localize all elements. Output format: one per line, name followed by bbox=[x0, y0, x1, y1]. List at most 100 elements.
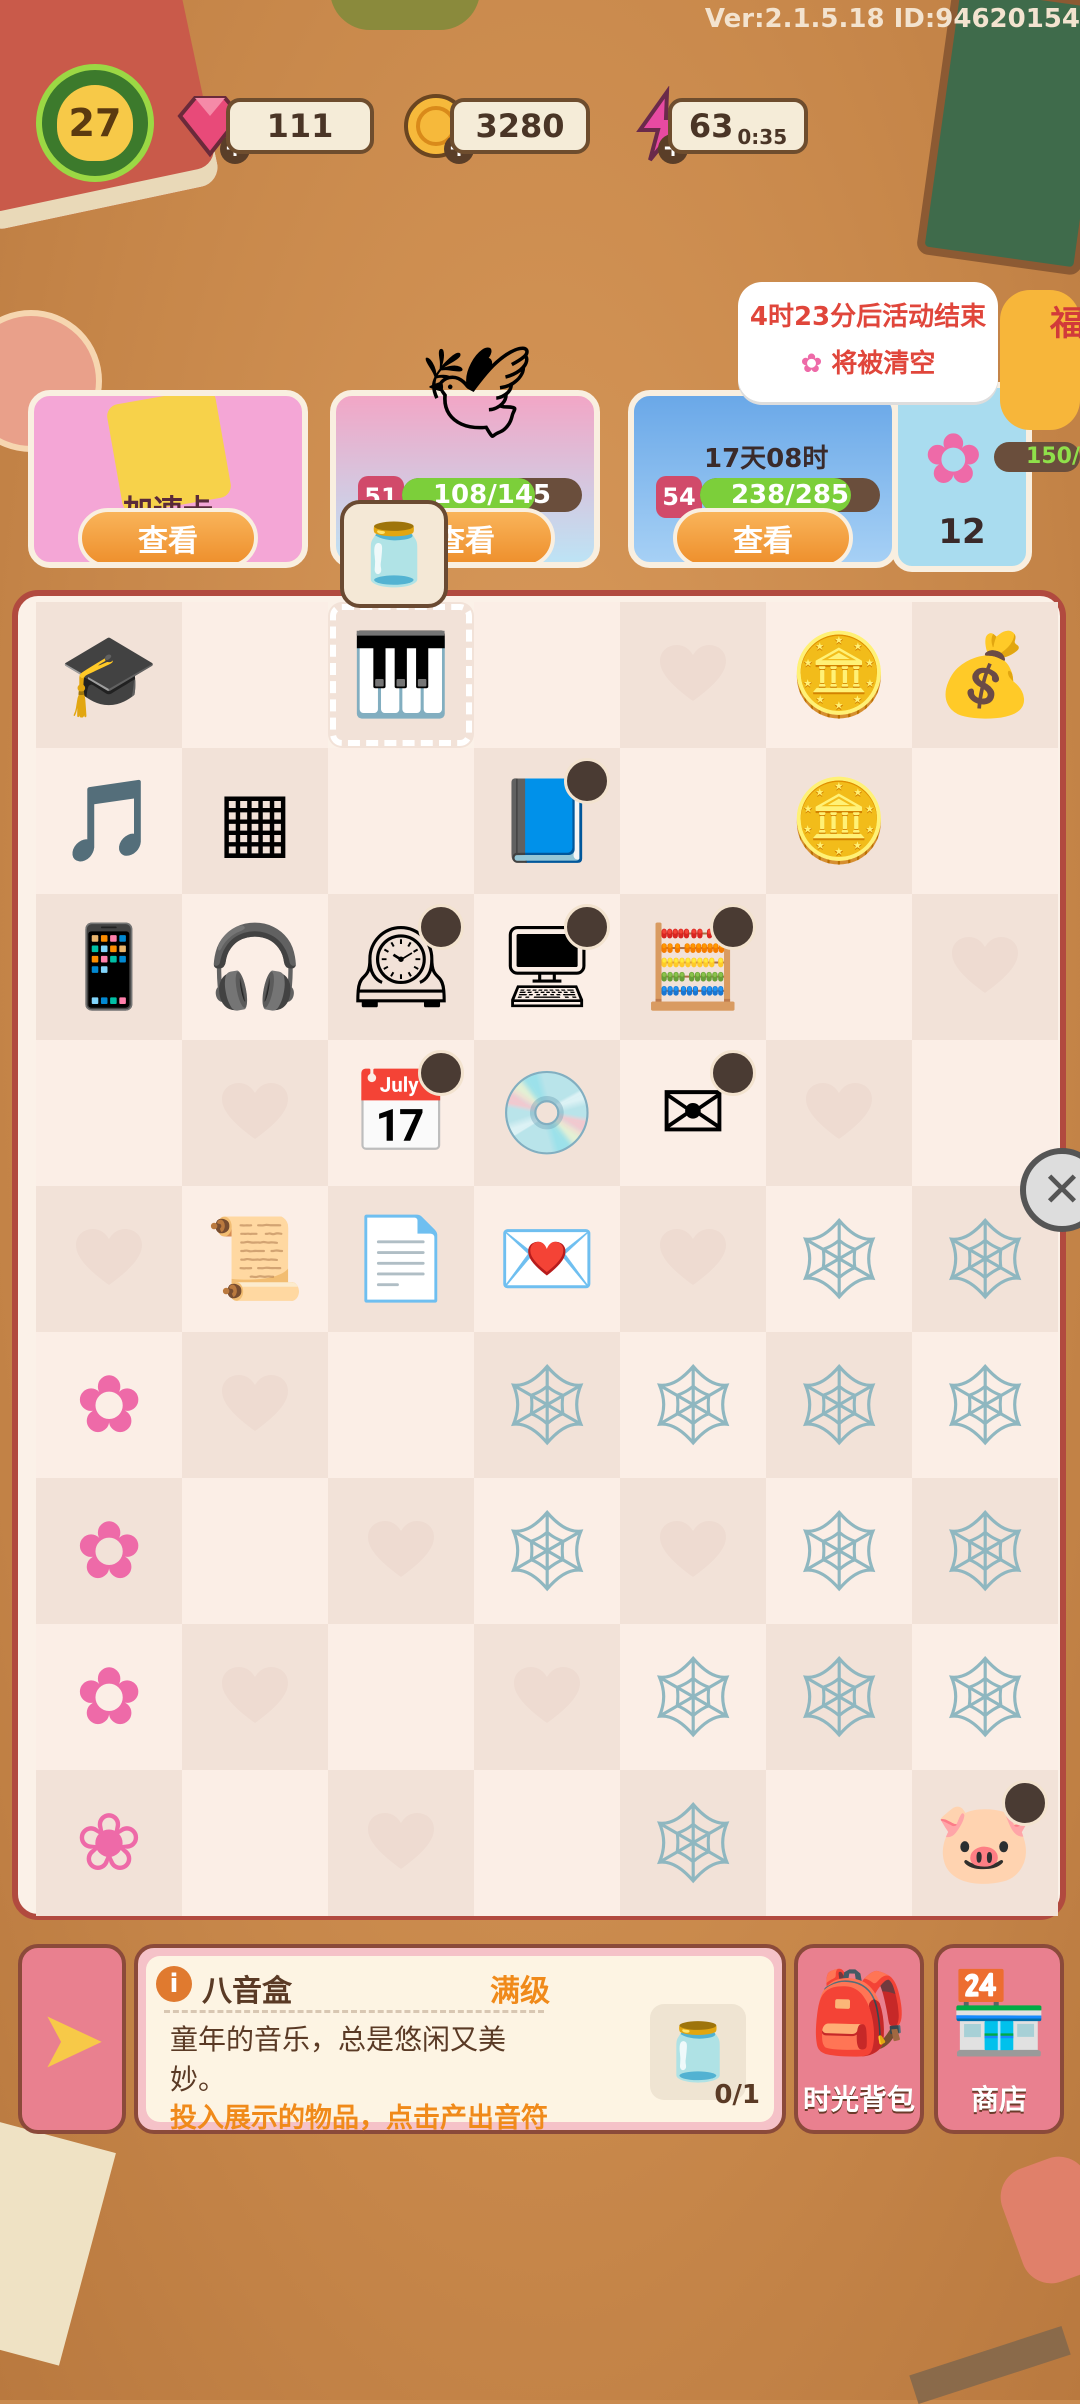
timer-icon bbox=[564, 758, 610, 804]
board-cell[interactable]: ✿ bbox=[36, 1332, 182, 1478]
board-cell[interactable]: 🎓 bbox=[36, 602, 182, 748]
item-info-panel: i 八音盒 满级 童年的音乐，总是悠闲又美妙。 投入展示的物品，点击产出音符 🫙… bbox=[134, 1944, 786, 2134]
board-cell[interactable]: 🎹 bbox=[328, 602, 474, 748]
cobweb-crane-icon: 🕸 bbox=[934, 1650, 1036, 1743]
energy-value: 63 bbox=[688, 107, 734, 145]
board-cell[interactable]: 🕸 bbox=[620, 1332, 766, 1478]
board-cell[interactable] bbox=[474, 1770, 620, 1916]
board-cell[interactable] bbox=[474, 602, 620, 748]
backpack-icon: 🎒 bbox=[809, 1966, 909, 2059]
board-cell[interactable] bbox=[766, 1770, 912, 1916]
sakura-flower-small-icon: ✿ bbox=[75, 1650, 143, 1743]
board-cell[interactable]: 🧮 bbox=[620, 894, 766, 1040]
event-end-tooltip: 4时23分后活动结束 ✿ 将被清空 bbox=[738, 282, 998, 402]
time-backpack-label: 时光背包 bbox=[802, 2083, 915, 2116]
empty-heart-icon bbox=[952, 937, 1018, 993]
winter-event-progress: 238/285 bbox=[700, 478, 880, 512]
board-cell[interactable]: 🪙 bbox=[766, 602, 912, 748]
info-icon[interactable]: i bbox=[156, 1966, 192, 2002]
speedup-view-button[interactable]: 查看 bbox=[78, 508, 258, 562]
music-box-icon: 🎹 bbox=[351, 628, 451, 721]
board-cell[interactable]: 🎵 bbox=[36, 748, 182, 894]
board-cell[interactable]: 💌 bbox=[474, 1186, 620, 1332]
tooltip-sakura-icon: ✿ bbox=[800, 349, 823, 379]
board-cell[interactable]: 🕸 bbox=[620, 1770, 766, 1916]
board-cell[interactable] bbox=[182, 1332, 328, 1478]
board-cell[interactable] bbox=[620, 1186, 766, 1332]
board-cell[interactable]: 🕰 bbox=[328, 894, 474, 1040]
board-cell[interactable]: 💿 bbox=[474, 1040, 620, 1186]
board-cell[interactable] bbox=[328, 1332, 474, 1478]
board-cell[interactable]: ✿ bbox=[36, 1478, 182, 1624]
cobweb-crane-icon: 🕸 bbox=[934, 1358, 1036, 1451]
board-cell[interactable]: 🕸 bbox=[766, 1186, 912, 1332]
board-cell[interactable]: 🐷 bbox=[912, 1770, 1058, 1916]
board-cell[interactable] bbox=[182, 1040, 328, 1186]
board-cell[interactable] bbox=[328, 1770, 474, 1916]
lucky-cat-progress: 150/ bbox=[994, 442, 1080, 472]
back-arrow-button[interactable]: ➤ bbox=[18, 1944, 126, 2134]
music-box-output-bubble[interactable]: 🫙 bbox=[340, 500, 448, 608]
winter-view-button[interactable]: 查看 bbox=[673, 508, 853, 562]
board-cell[interactable] bbox=[912, 894, 1058, 1040]
board-cell[interactable] bbox=[766, 894, 912, 1040]
board-cell[interactable] bbox=[328, 1478, 474, 1624]
tablet-icon: 📱 bbox=[59, 920, 159, 1013]
cobweb-crane-icon: 🕸 bbox=[642, 1796, 744, 1889]
board-cell[interactable]: 📜 bbox=[182, 1186, 328, 1332]
board-cell[interactable] bbox=[474, 1624, 620, 1770]
board-cell[interactable]: 📅 bbox=[328, 1040, 474, 1186]
love-letter-icon: 💌 bbox=[497, 1212, 597, 1305]
empty-heart-icon bbox=[222, 1667, 288, 1723]
sakura-flower-medium-icon: ✿ bbox=[75, 1504, 143, 1597]
board-cell[interactable]: 🕸 bbox=[620, 1624, 766, 1770]
board-cell[interactable] bbox=[36, 1040, 182, 1186]
board-cell[interactable] bbox=[182, 1770, 328, 1916]
board-cell[interactable] bbox=[912, 748, 1058, 894]
crane-event-progress-text: 108/145 bbox=[432, 480, 552, 510]
board-cell[interactable]: 🕸 bbox=[474, 1478, 620, 1624]
merge-board: 🎓 🎹 🪙 💰 🎵 ▦ 📘 🪙 📱 🎧 🕰 🖥 🧮 📅 💿 ✉ 📜 📄 💌 🕸 🕸 ✿ 🕸 🕸 🕸 🕸 ✿ 🕸 🕸 🕸 ✿ 🕸 🕸 🕸 ❀ 🕸 🐷 bbox=[12, 590, 1066, 1920]
board-cell[interactable]: ▦ bbox=[182, 748, 328, 894]
board-cell[interactable]: ✿ bbox=[36, 1624, 182, 1770]
sakura-flower-big-icon: ✿ bbox=[75, 1358, 143, 1451]
board-cell[interactable]: 📄 bbox=[328, 1186, 474, 1332]
empty-heart-icon bbox=[368, 1521, 434, 1577]
board-cell[interactable]: 📱 bbox=[36, 894, 182, 1040]
board-cell[interactable] bbox=[620, 602, 766, 748]
shop-button[interactable]: 🏪 商店 bbox=[934, 1944, 1064, 2134]
timer-icon bbox=[418, 1050, 464, 1096]
board-cell[interactable] bbox=[766, 1040, 912, 1186]
board-cell[interactable]: 🕸 bbox=[766, 1332, 912, 1478]
board-cell[interactable]: 🕸 bbox=[766, 1478, 912, 1624]
board-cell[interactable] bbox=[328, 748, 474, 894]
board-cell[interactable]: 🪙 bbox=[766, 748, 912, 894]
board-cell[interactable]: 🎧 bbox=[182, 894, 328, 1040]
board-cell[interactable] bbox=[620, 748, 766, 894]
board-cell[interactable]: 🕸 bbox=[912, 1624, 1058, 1770]
board-cell[interactable]: 💰 bbox=[912, 602, 1058, 748]
board-cell[interactable]: 🕸 bbox=[766, 1624, 912, 1770]
board-cell[interactable] bbox=[182, 602, 328, 748]
board-cell[interactable]: 🕸 bbox=[912, 1478, 1058, 1624]
board-cell[interactable] bbox=[36, 1186, 182, 1332]
lucky-cat-badge: 福 bbox=[1050, 304, 1080, 344]
board-cell[interactable]: 🕸 bbox=[912, 1332, 1058, 1478]
event-card-winter[interactable]: 17天08时 54 238/285 查看 bbox=[628, 390, 898, 568]
board-cell[interactable] bbox=[328, 1624, 474, 1770]
coins-counter: 3280 bbox=[450, 98, 590, 154]
board-cell[interactable] bbox=[182, 1478, 328, 1624]
gold-coins-pile-icon: 💰 bbox=[935, 628, 1035, 721]
board-cell[interactable]: 🖥 bbox=[474, 894, 620, 1040]
board-cell[interactable] bbox=[620, 1478, 766, 1624]
board-cell[interactable]: ✉ bbox=[620, 1040, 766, 1186]
board-cell[interactable]: 🕸 bbox=[474, 1332, 620, 1478]
empty-heart-icon bbox=[514, 1667, 580, 1723]
time-backpack-button[interactable]: 🎒 时光背包 bbox=[794, 1944, 924, 2134]
board-cell[interactable]: 📘 bbox=[474, 748, 620, 894]
player-level-badge[interactable]: 27 bbox=[36, 64, 154, 182]
cobweb-crane-icon: 🕸 bbox=[496, 1504, 598, 1597]
board-cell[interactable]: ❀ bbox=[36, 1770, 182, 1916]
event-card-speedup[interactable]: 加速卡 查看 bbox=[28, 390, 308, 568]
board-cell[interactable] bbox=[182, 1624, 328, 1770]
